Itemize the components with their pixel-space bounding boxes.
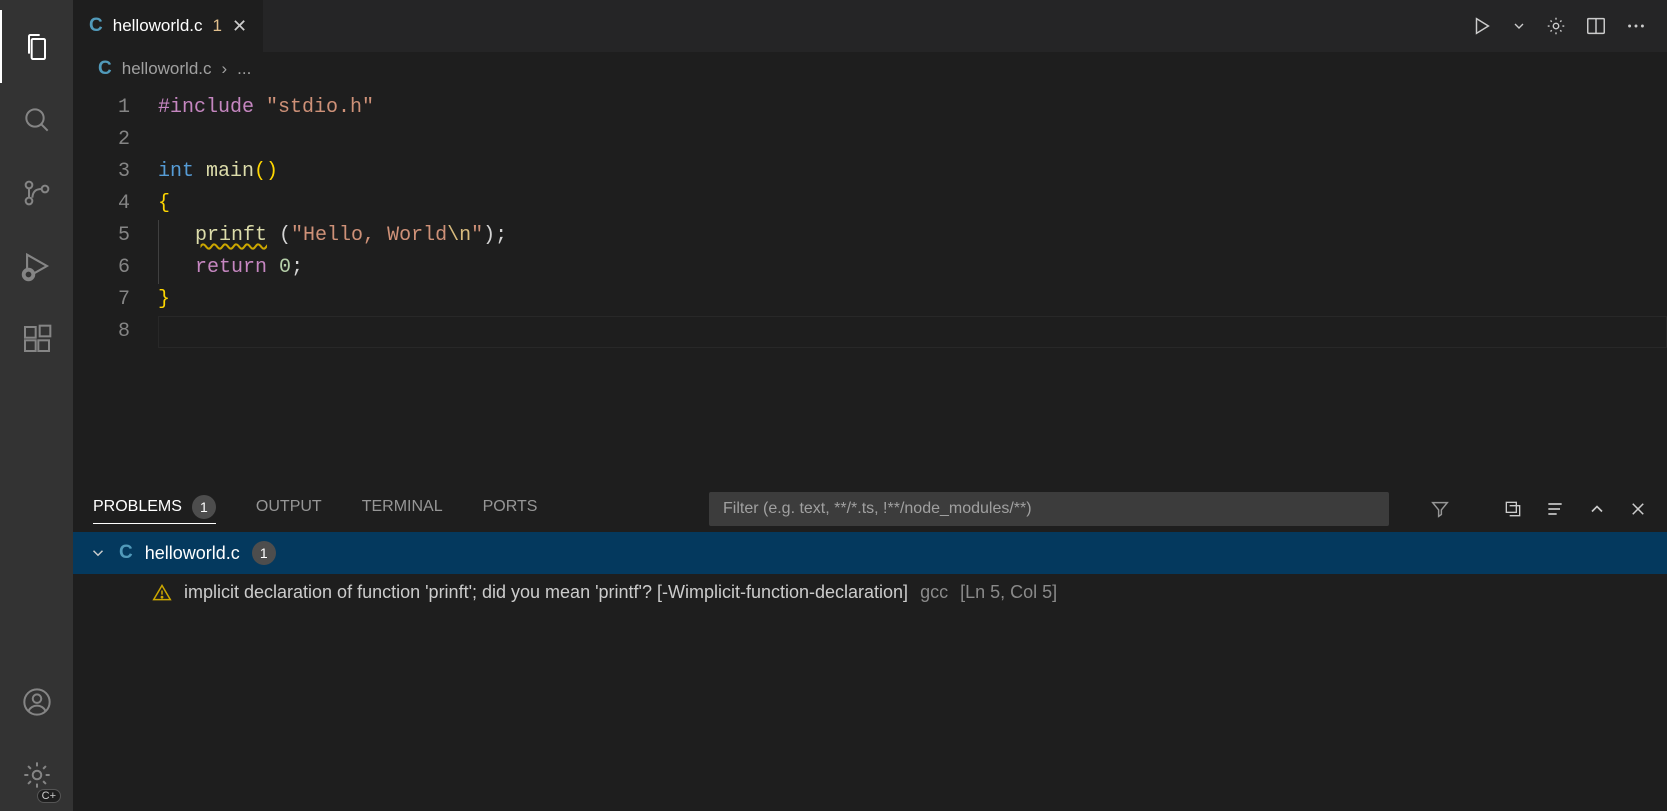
filter-input[interactable]: [709, 492, 1389, 526]
split-editor-icon[interactable]: [1585, 15, 1607, 37]
run-debug-icon[interactable]: [0, 229, 73, 302]
line-gutter: 1 2 3 4 5 6 7 8: [73, 92, 158, 486]
c-file-icon: C: [119, 542, 133, 564]
chevron-down-icon[interactable]: [1511, 18, 1527, 34]
editor-tabs: C helloworld.c 1 ✕: [73, 0, 1667, 52]
c-file-icon: C: [89, 15, 103, 37]
cpp-badge: C+: [37, 789, 61, 803]
tab-modified-indicator: 1: [213, 16, 222, 36]
c-file-icon: C: [98, 58, 112, 80]
problems-list: C helloworld.c 1 implicit declaration of…: [73, 532, 1667, 811]
view-as-list-icon[interactable]: [1545, 499, 1565, 519]
code-editor[interactable]: 1 2 3 4 5 6 7 8 #include "stdio.h" int m…: [73, 86, 1667, 486]
chevron-right-icon: ›: [222, 59, 228, 79]
problem-item[interactable]: implicit declaration of function 'prinft…: [89, 574, 1667, 611]
manage-icon[interactable]: C+: [0, 738, 73, 811]
breadcrumb[interactable]: C helloworld.c › ...: [73, 52, 1667, 86]
close-panel-icon[interactable]: [1629, 500, 1647, 518]
tab-helloworld[interactable]: C helloworld.c 1 ✕: [73, 0, 264, 52]
problem-message: implicit declaration of function 'prinft…: [184, 582, 908, 603]
breadcrumb-suffix: ...: [237, 59, 251, 79]
problems-count-badge: 1: [192, 495, 216, 519]
more-icon[interactable]: [1625, 15, 1647, 37]
problem-file-row[interactable]: C helloworld.c 1: [73, 532, 1667, 574]
warning-icon: [152, 583, 172, 603]
editor-actions: [1451, 0, 1667, 52]
search-icon[interactable]: [0, 83, 73, 156]
source-control-icon[interactable]: [0, 156, 73, 229]
extensions-icon[interactable]: [0, 302, 73, 375]
collapse-all-icon[interactable]: [1503, 499, 1523, 519]
tab-filename: helloworld.c: [113, 16, 203, 36]
tab-output[interactable]: OUTPUT: [256, 498, 322, 520]
tab-ports[interactable]: PORTS: [483, 498, 538, 520]
panel-tabs: PROBLEMS 1 OUTPUT TERMINAL PORTS: [73, 486, 1667, 532]
main-area: C helloworld.c 1 ✕ C helloworld.c › ...: [73, 0, 1667, 811]
file-problem-count: 1: [252, 541, 276, 565]
activity-bar: C+: [0, 0, 73, 811]
warning-squiggle: prinft: [195, 224, 267, 247]
close-icon[interactable]: ✕: [232, 16, 247, 37]
tab-problems[interactable]: PROBLEMS 1: [93, 495, 216, 524]
maximize-panel-icon[interactable]: [1587, 499, 1607, 519]
run-icon[interactable]: [1471, 15, 1493, 37]
accounts-icon[interactable]: [0, 665, 73, 738]
code-content[interactable]: #include "stdio.h" int main() { prinft (…: [158, 92, 1667, 486]
problem-file-name: helloworld.c: [145, 543, 240, 564]
problem-source: gcc: [920, 582, 948, 603]
bottom-panel: PROBLEMS 1 OUTPUT TERMINAL PORTS: [73, 486, 1667, 811]
explorer-icon[interactable]: [0, 10, 73, 83]
breadcrumb-filename: helloworld.c: [122, 59, 212, 79]
tab-terminal[interactable]: TERMINAL: [362, 498, 443, 520]
problem-location: [Ln 5, Col 5]: [960, 582, 1057, 603]
filter-icon[interactable]: [1429, 498, 1451, 520]
chevron-down-icon[interactable]: [89, 544, 107, 562]
gear-icon[interactable]: [1545, 15, 1567, 37]
